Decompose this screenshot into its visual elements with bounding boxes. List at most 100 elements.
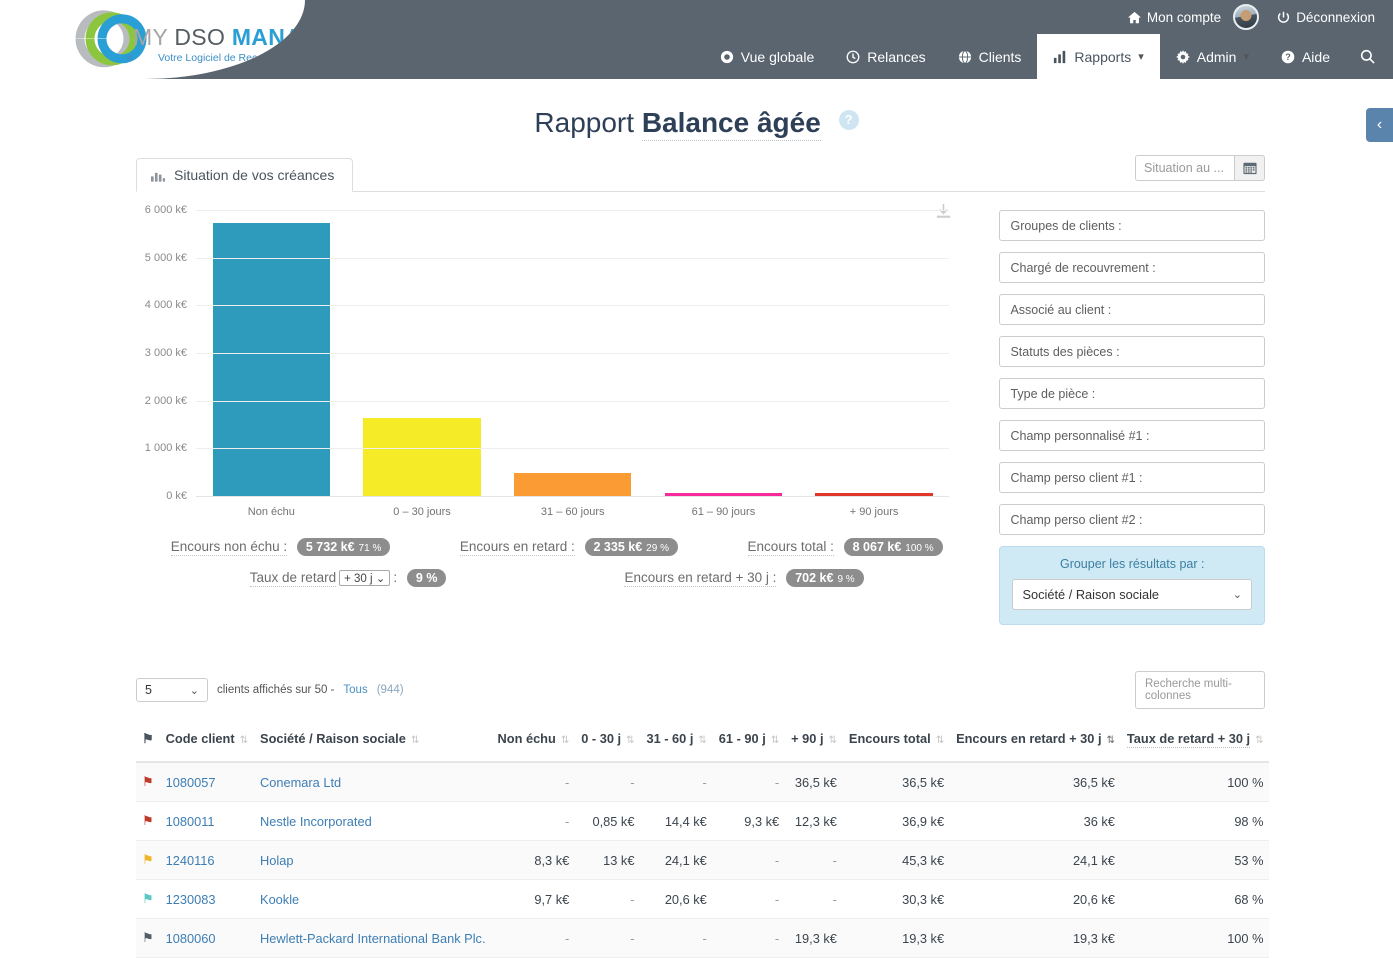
sort-toggle-icon[interactable]: ⇅ (626, 735, 634, 746)
filter-charg-de-recouvrement[interactable]: Chargé de recouvrement : (999, 252, 1265, 283)
sidebar-collapse-button[interactable]: ‹ (1366, 108, 1393, 142)
multi-column-search-input[interactable]: Recherche multi-colonnes (1135, 671, 1265, 709)
row-flag-icon[interactable]: ⚑ (142, 852, 154, 867)
chevron-down-icon: ⌄ (189, 684, 199, 697)
table-cell: 1230083 (159, 879, 255, 919)
table-column-header[interactable]: Encours total ⇅ (842, 725, 951, 763)
date-filter[interactable] (1135, 155, 1265, 181)
client-code-link[interactable]: 1080011 (166, 814, 215, 829)
nav-rapports[interactable]: Rapports ▾ (1037, 34, 1160, 79)
nav-vue-globale[interactable]: Vue globale (704, 34, 830, 79)
table-cell: ⚑ (136, 918, 160, 958)
question-icon: ? (1281, 50, 1295, 63)
logout-link[interactable]: Déconnexion (1267, 6, 1385, 29)
page-title-strong: Balance âgée (641, 107, 821, 141)
chart-y-tick: 6 000 k€ (144, 204, 187, 216)
sort-toggle-icon[interactable]: ⇅ (829, 735, 837, 746)
table-column-header[interactable]: Taux de retard + 30 j ⇅ (1120, 725, 1270, 763)
client-code-link[interactable]: 1080060 (166, 931, 216, 946)
nav-relances[interactable]: Relances (830, 34, 941, 79)
tab-situation-creances[interactable]: Situation de vos créances (136, 158, 354, 192)
filter-groupes-de-clients[interactable]: Groupes de clients : (999, 210, 1265, 241)
tab-label: Situation de vos créances (174, 167, 335, 183)
aging-balance-chart: Non échu 0 – 30 jours 31 – 60 jours 61 – 90… (145, 204, 950, 518)
sort-toggle-icon[interactable]: ⇅ (240, 735, 248, 746)
table-row[interactable]: ⚑ 1080011 Nestle Incorporated -0,85 k€ 14,4 … (136, 801, 1270, 841)
table-column-header[interactable]: Code client ⇅ (159, 725, 255, 763)
chart-bar[interactable] (513, 472, 632, 496)
sort-toggle-icon[interactable]: ⇅ (698, 735, 706, 746)
table-column-header[interactable]: 0 - 30 j ⇅ (575, 725, 641, 763)
stat-retard-30-value: 702 k€ (795, 571, 834, 585)
filter-champ-personnalis-1[interactable]: Champ personnalisé #1 : (999, 420, 1265, 451)
client-name-link[interactable]: Conemara Ltd (260, 775, 341, 790)
client-name-link[interactable]: Kookle (260, 892, 299, 907)
row-flag-icon[interactable]: ⚑ (142, 813, 154, 828)
stat-total: Encours total : 8 067 k€ 100 % (747, 538, 943, 556)
table-row[interactable]: ⚑ 1080057 Conemara Ltd - - - -36,5 k€ 36,5 k€ 36… (136, 762, 1270, 802)
column-label: Code client (165, 731, 235, 746)
group-by-title: Grouper les résultats par : (1059, 557, 1205, 571)
table-column-header[interactable]: Non échu ⇅ (491, 725, 576, 763)
nav-search[interactable] (1346, 34, 1393, 79)
client-code-link[interactable]: 1230083 (166, 892, 216, 907)
rows-per-page-select[interactable]: 5 ⌄ (136, 678, 208, 702)
table-cell-taux: 100 % (1120, 918, 1270, 958)
table-column-header[interactable]: Société / Raison sociale ⇅ (254, 725, 492, 763)
my-account-link[interactable]: Mon compte (1118, 6, 1231, 29)
help-icon[interactable]: ? (838, 110, 859, 130)
nav-admin[interactable]: Admin ▾ (1160, 34, 1265, 79)
stat-retard-30-pill: 702 k€ 9 % (786, 569, 864, 587)
client-code-link[interactable]: 1240116 (166, 853, 215, 868)
stat-non-echu: Encours non échu : 5 732 k€ 71 % (170, 538, 391, 556)
row-flag-icon[interactable]: ⚑ (142, 891, 154, 906)
nav-relances-label: Relances (867, 48, 926, 65)
chart-column: Non échu 0 – 30 jours 31 – 60 jours 61 – 90… (136, 192, 977, 600)
sort-toggle-icon[interactable]: ⇅ (1107, 735, 1115, 746)
client-name-link[interactable]: Hewlett-Packard International Bank Plc. (260, 931, 485, 946)
client-name-link[interactable]: Nestle Incorporated (260, 814, 372, 829)
filter-associ-au-client[interactable]: Associé au client : (999, 294, 1265, 325)
filter-type-de-pi-ce[interactable]: Type de pièce : (999, 378, 1265, 409)
avatar[interactable] (1233, 4, 1260, 30)
nav-clients[interactable]: Clients (942, 34, 1038, 79)
table-toolbar: 5 ⌄ clients affichés sur 50 - Tous (944)… (136, 671, 1265, 709)
chart-y-tick: 5 000 k€ (144, 251, 187, 264)
chart-bar[interactable] (212, 222, 331, 496)
chart-gridline (196, 257, 950, 259)
column-label: Encours total (848, 731, 931, 746)
table-row[interactable]: ⚑ 1240116 Holap 8,3 k€ 13 k€ 24,1 k€ - -45,3 k€… (136, 840, 1270, 880)
taux-retard-select[interactable]: + 30 j ⌄ (339, 570, 391, 586)
table-column-header[interactable]: 61 - 90 j ⇅ (712, 725, 786, 763)
filter-champ-perso-client-2[interactable]: Champ perso client #2 : (999, 504, 1265, 535)
calendar-button[interactable] (1234, 156, 1264, 180)
table-row[interactable]: ⚑ 1230083 Kookle 9,7 k€ -20,6 k€ - -30,3 k€ 20,… (136, 879, 1270, 919)
sort-toggle-icon[interactable]: ⇅ (936, 735, 944, 746)
situation-date-input[interactable] (1136, 156, 1234, 180)
nav-aide[interactable]: ? Aide (1265, 34, 1346, 79)
table-column-header[interactable]: + 90 j ⇅ (785, 725, 843, 763)
group-by-select[interactable]: Société / Raison sociale ⌄ (1012, 579, 1252, 610)
nav-vue-globale-label: Vue globale (740, 48, 815, 65)
table-column-header[interactable]: Encours en retard + 30 j ⇅ (950, 725, 1121, 763)
table-cell-non_echu: 8,3 k€ (491, 840, 576, 880)
filter-champ-perso-client-1[interactable]: Champ perso client #1 : (999, 462, 1265, 493)
chart-gridline (196, 448, 950, 450)
chart-bar[interactable] (363, 418, 481, 496)
table-cell-d0_30: - (575, 762, 641, 802)
sort-toggle-icon[interactable]: ⇅ (411, 735, 419, 746)
client-name-link[interactable]: Holap (260, 853, 293, 868)
sort-toggle-icon[interactable]: ⇅ (1255, 735, 1263, 746)
row-flag-icon[interactable]: ⚑ (142, 774, 154, 789)
client-code-link[interactable]: 1080057 (166, 775, 216, 790)
table-cell-d90plus: - (785, 879, 843, 919)
show-all-link[interactable]: Tous (343, 684, 367, 696)
table-column-header[interactable]: 31 - 60 j ⇅ (640, 725, 713, 763)
table-row[interactable]: ⚑ 1080060 Hewlett-Packard International Ba… (136, 918, 1270, 958)
page-title-prefix: Rapport (534, 107, 635, 138)
logo-area[interactable]: MY DSO MANAGER ››› Votre Logiciel de Rec… (0, 0, 305, 79)
sort-toggle-icon[interactable]: ⇅ (771, 735, 779, 746)
row-flag-icon[interactable]: ⚑ (142, 930, 154, 945)
sort-toggle-icon[interactable]: ⇅ (561, 735, 569, 746)
filter-statuts-des-pi-ces[interactable]: Statuts des pièces : (999, 336, 1265, 367)
